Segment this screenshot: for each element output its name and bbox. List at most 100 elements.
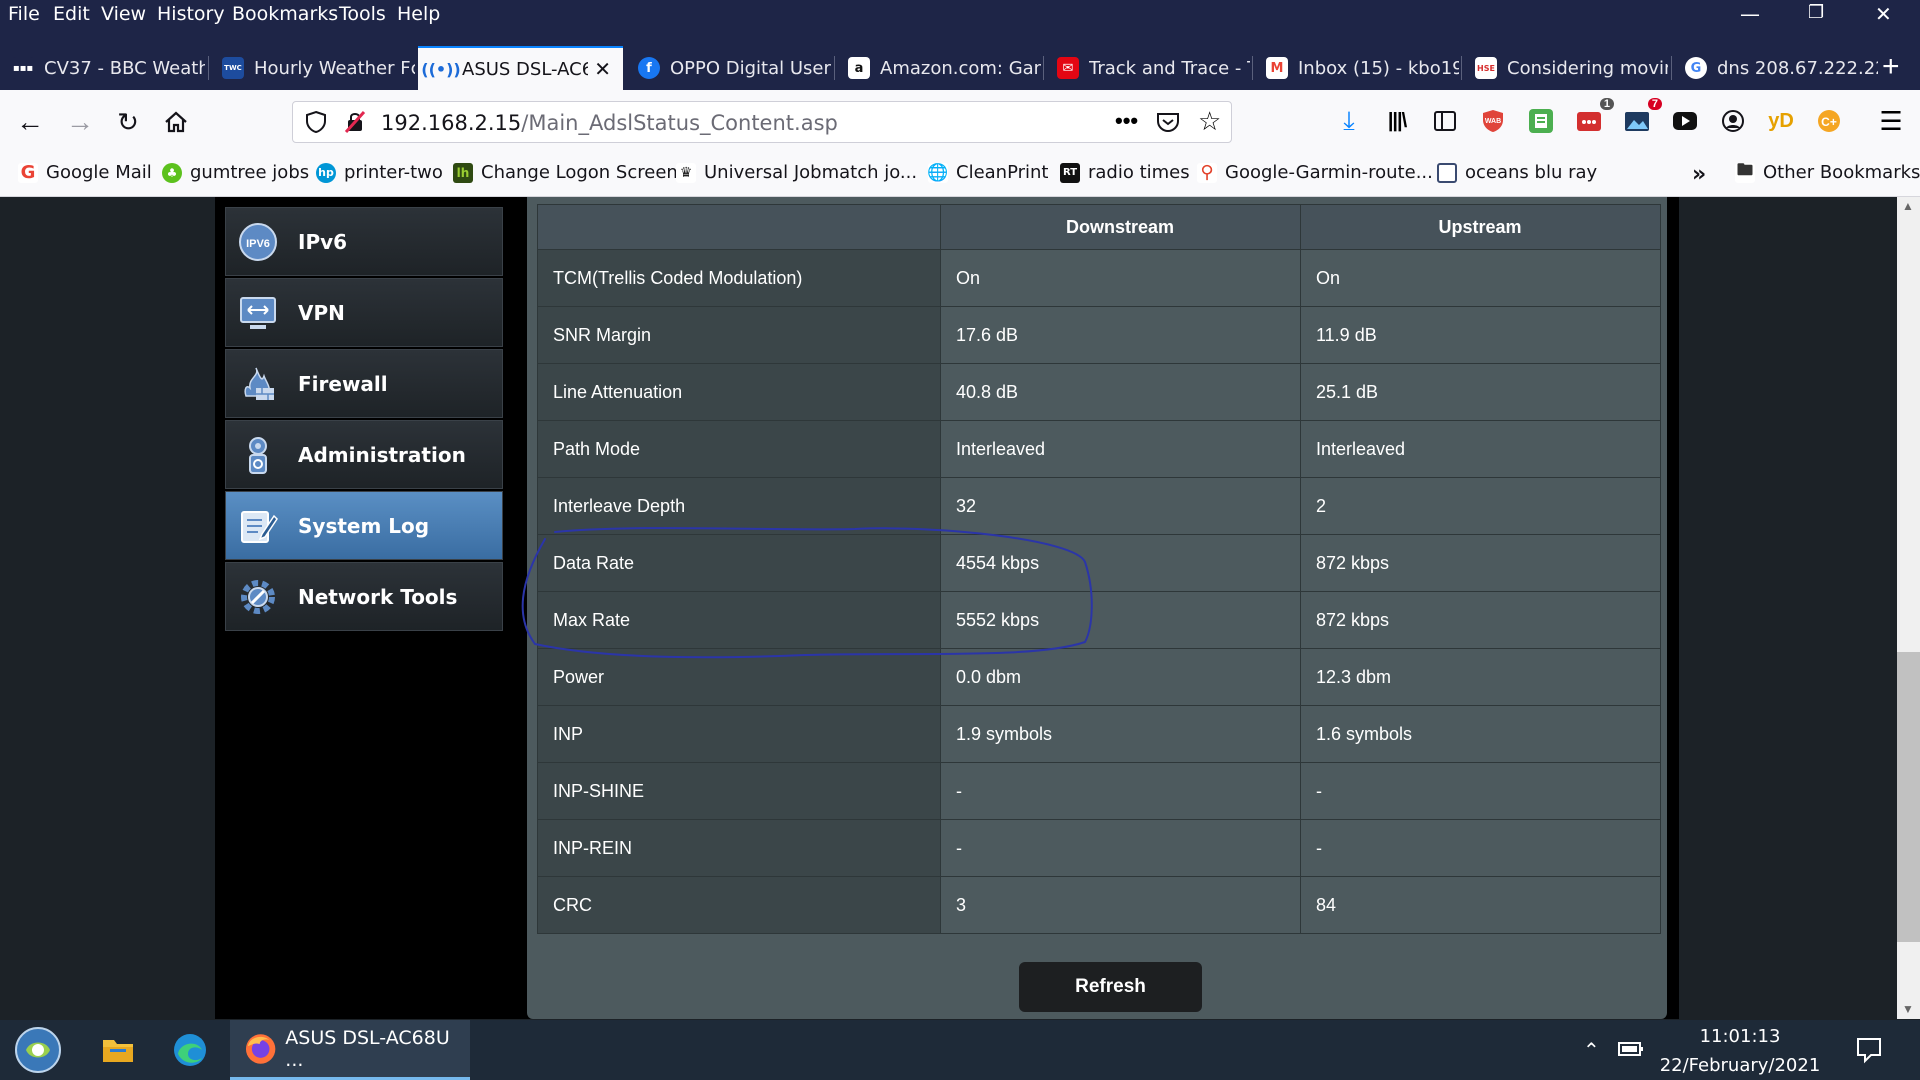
menu-edit[interactable]: Edit (53, 3, 90, 25)
table-row: TCM(Trellis Coded Modulation) On On (537, 249, 1661, 307)
bookmark-label: Google Mail (46, 162, 152, 183)
tab-amazon[interactable]: a Amazon.com: Gan (836, 46, 1041, 90)
other-bookmarks[interactable]: 🖿 Other Bookmarks (1735, 160, 1920, 183)
menu-tools[interactable]: Tools (339, 3, 386, 25)
hamburger-menu-icon[interactable]: ☰ (1874, 104, 1908, 138)
bookmark-label: Change Logon Screen (481, 162, 678, 183)
bookmark-oceans[interactable]: oceans blu ray (1437, 162, 1597, 183)
table-row: Power 0.0 dbm 12.3 dbm (537, 648, 1661, 706)
sidebar-toggle-icon[interactable] (1428, 104, 1462, 138)
forward-icon[interactable]: → (62, 104, 98, 140)
tab-oppo[interactable]: f OPPO Digital User (626, 46, 831, 90)
extension-red-icon[interactable]: 1 (1572, 98, 1614, 138)
youtube-icon[interactable] (1668, 104, 1702, 138)
file-explorer-icon[interactable] (88, 1020, 148, 1080)
extension-badge: 1 (1599, 98, 1614, 110)
sidebar-label: IPv6 (298, 229, 348, 254)
sidebar-item-administration[interactable]: Administration (225, 420, 503, 489)
bookmark-google-mail[interactable]: G Google Mail (18, 162, 152, 183)
close-window-icon[interactable]: ✕ (1875, 2, 1892, 26)
tab-label: Amazon.com: Gan (880, 57, 1041, 79)
tab-asus-router[interactable]: ((•)) ASUS DSL-AC6 ✕ (418, 46, 623, 90)
scroll-down-icon[interactable]: ▼ (1902, 1002, 1914, 1016)
print-friendly-icon[interactable] (1524, 104, 1558, 138)
notifications-icon[interactable] (1855, 1036, 1883, 1069)
bookmark-gumtree[interactable]: ♣ gumtree jobs (162, 162, 309, 183)
url-bar[interactable]: 192.168.2.15/Main_AdslStatus_Content.asp… (292, 101, 1232, 143)
download-icon[interactable]: ⤓ (1332, 104, 1366, 138)
upstream-value: 872 kbps (1300, 534, 1661, 592)
menu-file[interactable]: File (8, 3, 40, 25)
row-label: Interleave Depth (537, 477, 941, 535)
table-row: Data Rate 4554 kbps 872 kbps (537, 534, 1661, 592)
youtube-downloader-icon[interactable]: yD (1764, 104, 1798, 138)
tab-dns-search[interactable]: G dns 208.67.222.22 (1673, 46, 1878, 90)
row-label: INP-REIN (537, 819, 941, 877)
show-hidden-icons[interactable]: ⌃ (1583, 1038, 1600, 1063)
gmail-icon: M (1266, 57, 1288, 79)
photo-extension-icon[interactable]: 7 (1620, 98, 1662, 138)
taskbar-firefox-button[interactable]: ASUS DSL-AC68U ... (230, 1020, 470, 1080)
lh-icon: lh (453, 162, 473, 183)
coupon-extension-icon[interactable]: C+ (1812, 104, 1846, 138)
sidebar-item-system-log[interactable]: System Log (225, 491, 503, 560)
downstream-value: 5552 kbps (940, 591, 1301, 649)
new-tab-icon[interactable]: + (1882, 50, 1900, 84)
vpn-icon (236, 291, 280, 335)
back-icon[interactable]: ← (12, 104, 48, 140)
system-clock[interactable]: 11:01:13 22/February/2021 (1650, 1026, 1830, 1076)
bookmarks-overflow-icon[interactable]: » (1692, 162, 1706, 187)
sidebar-item-firewall[interactable]: Firewall (225, 349, 503, 418)
start-icon[interactable] (8, 1020, 68, 1080)
firewall-icon (236, 362, 280, 406)
menu-help[interactable]: Help (397, 3, 440, 25)
pocket-icon[interactable] (1155, 109, 1181, 140)
tab-gmail[interactable]: M Inbox (15) - kbo19 (1254, 46, 1459, 90)
tab-hourly-weather[interactable]: TWC Hourly Weather Fc (210, 46, 415, 90)
bookmark-label: printer-two (344, 162, 443, 183)
url-text[interactable]: 192.168.2.15/Main_AdslStatus_Content.asp (381, 111, 838, 135)
refresh-button[interactable]: Refresh (1019, 962, 1202, 1012)
menu-history[interactable]: History (157, 3, 225, 25)
tab-label: ASUS DSL-AC6 (462, 58, 589, 80)
scroll-up-icon[interactable]: ▲ (1902, 199, 1914, 213)
close-tab-icon[interactable]: ✕ (594, 57, 611, 81)
tab-label: dns 208.67.222.22 (1717, 57, 1878, 79)
edge-icon[interactable] (160, 1020, 220, 1080)
bookmark-change-logon[interactable]: lh Change Logon Screen (453, 162, 678, 183)
battery-icon[interactable] (1618, 1040, 1644, 1063)
bookmark-printer-two[interactable]: hp printer-two (316, 162, 443, 183)
bookmark-garmin-route[interactable]: ⚲ Google-Garmin-route... (1197, 162, 1433, 183)
bookmark-radio-times[interactable]: RT radio times (1060, 162, 1190, 183)
upstream-value: 11.9 dB (1300, 306, 1661, 364)
shield-icon[interactable] (305, 110, 327, 139)
router-wireless-icon: ((•)) (421, 59, 461, 79)
sidebar-item-ipv6[interactable]: IPV6 IPv6 (225, 207, 503, 276)
bbc-icon: ▪▪▪ (12, 57, 34, 79)
account-icon[interactable] (1716, 104, 1750, 138)
library-icon[interactable]: |||\ (1380, 104, 1414, 138)
sidebar-item-vpn[interactable]: VPN (225, 278, 503, 347)
scroll-thumb[interactable] (1897, 652, 1920, 942)
home-icon[interactable] (158, 104, 194, 140)
web-api-manager-icon[interactable]: WAB (1476, 104, 1510, 138)
page-actions-icon[interactable]: ••• (1115, 108, 1138, 134)
minimize-icon[interactable]: — (1740, 2, 1760, 26)
tab-considering[interactable]: HSE Considering movin (1463, 46, 1668, 90)
insecure-lock-icon[interactable] (343, 110, 367, 139)
bookmark-cleanprint[interactable]: 🌐 CleanPrint (927, 162, 1048, 183)
bookmark-star-icon[interactable]: ☆ (1198, 106, 1221, 137)
bookmark-label: gumtree jobs (190, 162, 310, 183)
tab-track-trace[interactable]: ✉ Track and Trace - T (1045, 46, 1250, 90)
sidebar-label: System Log (298, 513, 430, 538)
reload-icon[interactable]: ↻ (110, 104, 146, 140)
tab-bbc-weather[interactable]: ▪▪▪ CV37 - BBC Weath (0, 46, 205, 90)
restore-icon[interactable]: ❐ (1808, 2, 1824, 23)
bookmark-universal-jobmatch[interactable]: ♛ Universal Jobmatch jo... (676, 162, 917, 183)
sidebar-item-network-tools[interactable]: Network Tools (225, 562, 503, 631)
page-scrollbar[interactable]: ▲ ▼ (1897, 197, 1920, 1019)
downstream-value: 17.6 dB (940, 306, 1301, 364)
menu-bookmarks[interactable]: Bookmarks (232, 3, 338, 25)
menu-view[interactable]: View (101, 3, 146, 25)
taskbar-firefox-label: ASUS DSL-AC68U ... (285, 1026, 450, 1071)
